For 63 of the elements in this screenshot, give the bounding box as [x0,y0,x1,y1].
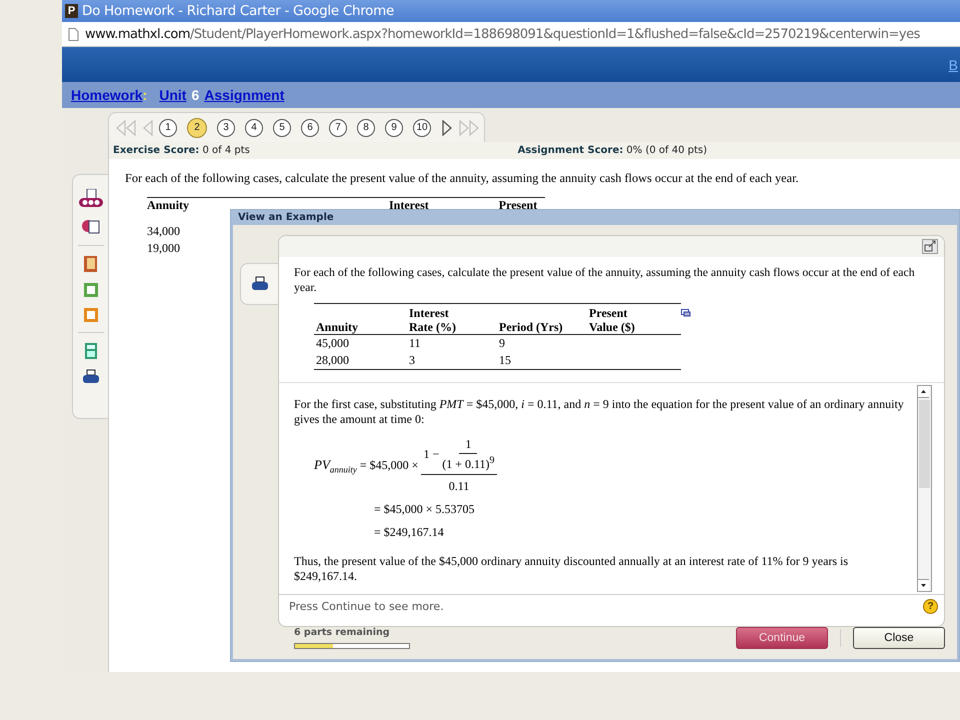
app-icon: P [65,4,78,18]
solution-text: Thus, the present value of the $45,000 ordinary annuity discounted annually at an interest rate of 11% for 9 years is $249,167.14. [294,554,850,584]
question-number-button[interactable]: 2 [187,118,207,138]
formula-denominator: 0.11 [448,478,470,494]
question-number-button[interactable]: 1 [159,118,177,136]
scrollbar[interactable] [917,385,932,592]
print-icon[interactable] [250,276,268,292]
next-question-icon[interactable] [441,120,453,136]
scroll-down-icon[interactable] [918,579,929,591]
table-cell: 3 [409,353,415,367]
formula-step: = $45,000 × 5.53705 [374,502,911,517]
question-number-button[interactable]: 4 [245,118,263,136]
column-header: Annuity [316,320,358,334]
question-number-button[interactable]: 8 [357,118,375,136]
print-icon[interactable] [82,369,100,385]
formula-text: = $45,000 × [360,458,418,473]
table-cell: 9 [499,336,505,350]
hint-text: Press Continue to see more. [289,600,444,612]
dialog-title: View an Example [237,211,335,225]
solution-text: For the first case, substituting PMT = $45,000, i = 0.11, and n = 9 into the equation for the present value of an ordinary annuity gives the amount at time 0: [294,397,905,427]
parts-remaining-label: 6 parts remaining [294,627,391,638]
question-number-button[interactable]: 7 [329,118,347,136]
assignment-score: Assignment Score: 0% (0 of 40 pts) [518,145,707,156]
exercise-score: Exercise Score: 0 of 4 pts [113,145,250,156]
column-header: Interest [389,198,429,209]
close-button[interactable]: Close [853,627,945,649]
help-button[interactable]: ? [923,598,938,614]
column-header: Period (Yrs) [499,320,563,334]
breadcrumb-separator: : [142,87,148,103]
table-cell-text: 19,000 [147,240,181,257]
calculator-icon[interactable] [84,342,98,360]
table-cell: 45,000 [316,336,349,350]
question-number-button[interactable]: 5 [273,118,291,136]
question-number-button[interactable]: 10 [413,118,431,136]
prompt-text: For each of the following cases, calculate the present value of the annuity, assuming the annuity cash flows occur at the end of each year. [293,264,916,295]
question-number-button[interactable]: 9 [385,118,403,136]
book-icon[interactable] [82,255,98,273]
formula-denominator: (1 + 0.11)$^{9}$ [442,454,495,472]
table-cell-text: 34,000 [147,223,181,240]
formula-step: = $249,167.14 [374,525,911,540]
copy-icon[interactable] [681,309,691,317]
question-number-button[interactable]: 6 [301,118,319,136]
scroll-up-icon[interactable] [918,386,929,398]
url-text: www.mathxl.com/Student/PlayerHomework.aspx?homeworkId=188698091&questionId=1&flushed=false&cId=2570219&centerwin=yes [85,26,920,42]
column-header: Present [498,198,538,209]
unit-link[interactable]: Unit [159,87,186,103]
table-cell: 15 [499,353,511,367]
column-header: Interest Rate (%) [409,306,456,334]
question-text: For each of the following cases, calculate the present value of the annuity, assuming the annuity cash flows occur at the end of each year. [124,170,800,186]
window-title: Do Homework - Richard Carter - Google Chrome [82,3,394,19]
table-cell: 11 [409,336,421,350]
formula-numerator: 1 [459,437,478,454]
homework-link[interactable]: Homework [71,87,143,103]
expand-icon[interactable] [922,239,938,254]
formula-text: 1 − [423,447,440,462]
question-number-button[interactable]: 3 [217,118,235,136]
page-icon [68,28,79,40]
numbered-list-icon[interactable] [78,189,104,209]
unit-number: 6 [191,87,200,103]
column-header: Present Value ($) [589,306,635,334]
formula-variable: PV$_{annuity}$ [314,456,357,474]
assignment-link[interactable]: Assignment [204,87,284,103]
table-cell: 28,000 [316,353,349,367]
